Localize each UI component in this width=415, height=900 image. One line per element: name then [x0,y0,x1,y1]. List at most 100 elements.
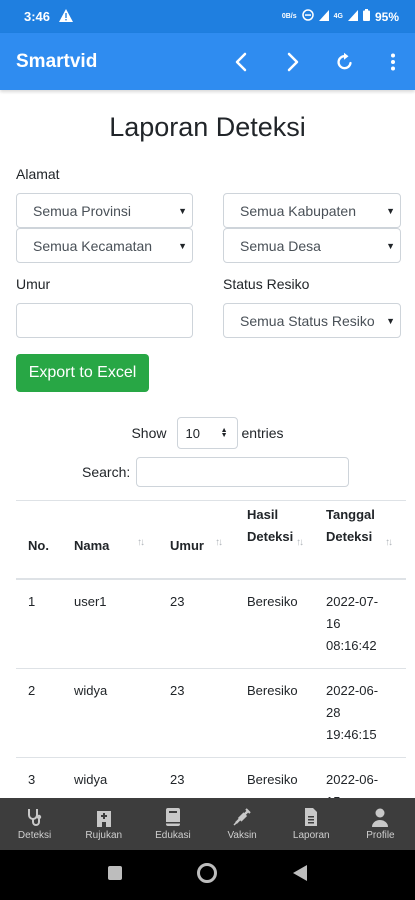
dropdown-caret-icon: ▼ [178,205,187,216]
nav-label: Vaksin [227,830,257,841]
nav-label: Deteksi [17,830,52,841]
col-no[interactable]: No. [28,535,49,557]
battery-level: 95% [374,9,399,24]
nav-item-deteksi[interactable]: Deteksi [0,798,69,850]
cell-no: 3 [28,772,36,787]
nav-label: Rujukan [85,830,123,841]
cell-umur: 23 [170,683,185,698]
dropdown-caret-icon: ▼ [386,315,395,326]
kecamatan-value: Semua Kecamatan [33,237,153,254]
col-tanggal-line1[interactable]: Tanggal [326,504,375,526]
status-resiko-select[interactable]: Semua Status Resiko ▼ [223,303,401,338]
app-bar: Smartvid [0,33,415,90]
updown-caret-icon: ▲ ▼ [220,427,228,439]
more-vertical-icon [391,53,395,70]
cell-no: 2 [28,683,36,698]
cell-tanggal: 15 [326,791,340,798]
cell-no: 1 [28,594,36,609]
col-hasil-line2[interactable]: Deteksi [247,526,293,548]
dropdown-caret-icon: ▼ [178,240,187,251]
status-time: 3:46 [24,9,51,24]
status-bar: 3:46 0B/s 4G 95% [0,0,415,33]
entries-length-control: Show 10 ▲ ▼ entries [0,417,415,449]
nav-label: Profile [366,830,395,841]
cell-hasil: Beresiko [247,683,298,698]
table-row[interactable]: 1 user1 23 Beresiko 2022-07- 16 08:16:42 [16,580,406,669]
nav-item-laporan[interactable]: Laporan [277,798,346,850]
alamat-label: Alamat [16,166,60,182]
table-row[interactable]: 3 widya 23 Beresiko 2022-06- 15 [16,758,406,798]
status-resiko-value: Semua Status Resiko [240,312,375,329]
search-input[interactable] [136,457,350,487]
col-umur[interactable]: Umur [170,535,204,557]
umur-input[interactable] [16,303,193,338]
nav-item-rujukan[interactable]: Rujukan [69,798,138,850]
dropdown-caret-icon: ▼ [386,205,395,216]
book-icon [165,808,180,826]
back-nav-button[interactable] [292,864,308,887]
more-menu-button[interactable] [371,33,415,90]
document-icon [305,808,318,826]
kecamatan-select[interactable]: Semua Kecamatan ▼ [16,228,193,263]
square-icon [107,865,122,880]
network-speed: 0B/s [281,13,297,20]
hospital-icon [96,811,111,827]
nav-label: Laporan [292,830,330,841]
sort-icon: ↑↓ [137,537,145,548]
cell-hasil: Beresiko [247,772,298,787]
show-label: Show [131,425,167,441]
bottom-nav: Deteksi Rujukan Edukasi Vaksin Laporan P… [0,798,415,850]
signal-icon [318,9,329,24]
cell-tanggal: 16 [326,616,341,631]
chevron-right-icon [287,52,299,71]
warning-icon [59,8,74,25]
table-search: Search: [82,457,350,487]
circle-icon [197,862,218,883]
cell-tanggal: 28 [326,705,341,720]
cell-nama: widya [74,683,108,698]
desa-select[interactable]: Semua Desa ▼ [223,228,401,263]
sort-icon: ↑↓ [385,537,393,548]
search-label: Search: [82,464,131,480]
umur-label: Umur [16,276,51,292]
system-nav-bar [0,850,415,900]
dropdown-caret-icon: ▼ [386,240,395,251]
reload-button[interactable] [319,33,371,90]
cell-umur: 23 [170,772,185,787]
provinsi-select[interactable]: Semua Provinsi ▼ [16,193,193,228]
user-icon [372,808,389,827]
col-tanggal-line2[interactable]: Deteksi [326,526,372,548]
home-button[interactable] [196,862,218,889]
forward-button[interactable] [267,33,319,90]
recent-apps-button[interactable] [107,865,123,886]
triangle-back-icon [293,864,308,881]
app-title: Smartvid [16,50,98,72]
sort-icon: ↑↓ [296,537,304,548]
col-nama[interactable]: Nama [74,535,109,557]
col-hasil-line1[interactable]: Hasil [247,504,278,526]
desa-value: Semua Desa [240,237,321,254]
nav-item-profile[interactable]: Profile [346,798,415,850]
entries-select[interactable]: 10 ▲ ▼ [176,417,238,449]
cell-tanggal: 2022-07- [326,594,379,609]
network-type: 4G [333,13,343,20]
reload-icon [337,52,352,69]
cell-tanggal: 2022-06- [326,772,379,787]
table-row[interactable]: 2 widya 23 Beresiko 2022-06- 28 19:46:15 [16,669,406,758]
report-page: Laporan Deteksi Alamat Semua Provinsi ▼ … [0,90,415,798]
syringe-icon [233,808,251,826]
signal-icon-2 [347,9,358,24]
cell-nama: user1 [74,594,107,609]
nav-item-vaksin[interactable]: Vaksin [208,798,277,850]
kabupaten-select[interactable]: Semua Kabupaten ▼ [223,193,401,228]
cell-tanggal: 08:16:42 [326,638,377,653]
nav-item-edukasi[interactable]: Edukasi [138,798,207,850]
export-excel-button[interactable]: Export to Excel [16,354,149,392]
page-title: Laporan Deteksi [109,112,306,142]
cell-hasil: Beresiko [247,594,298,609]
cell-umur: 23 [170,594,185,609]
entries-label: entries [241,425,284,441]
provinsi-value: Semua Provinsi [33,202,132,219]
cell-nama: widya [74,772,108,787]
back-button[interactable] [215,33,267,90]
